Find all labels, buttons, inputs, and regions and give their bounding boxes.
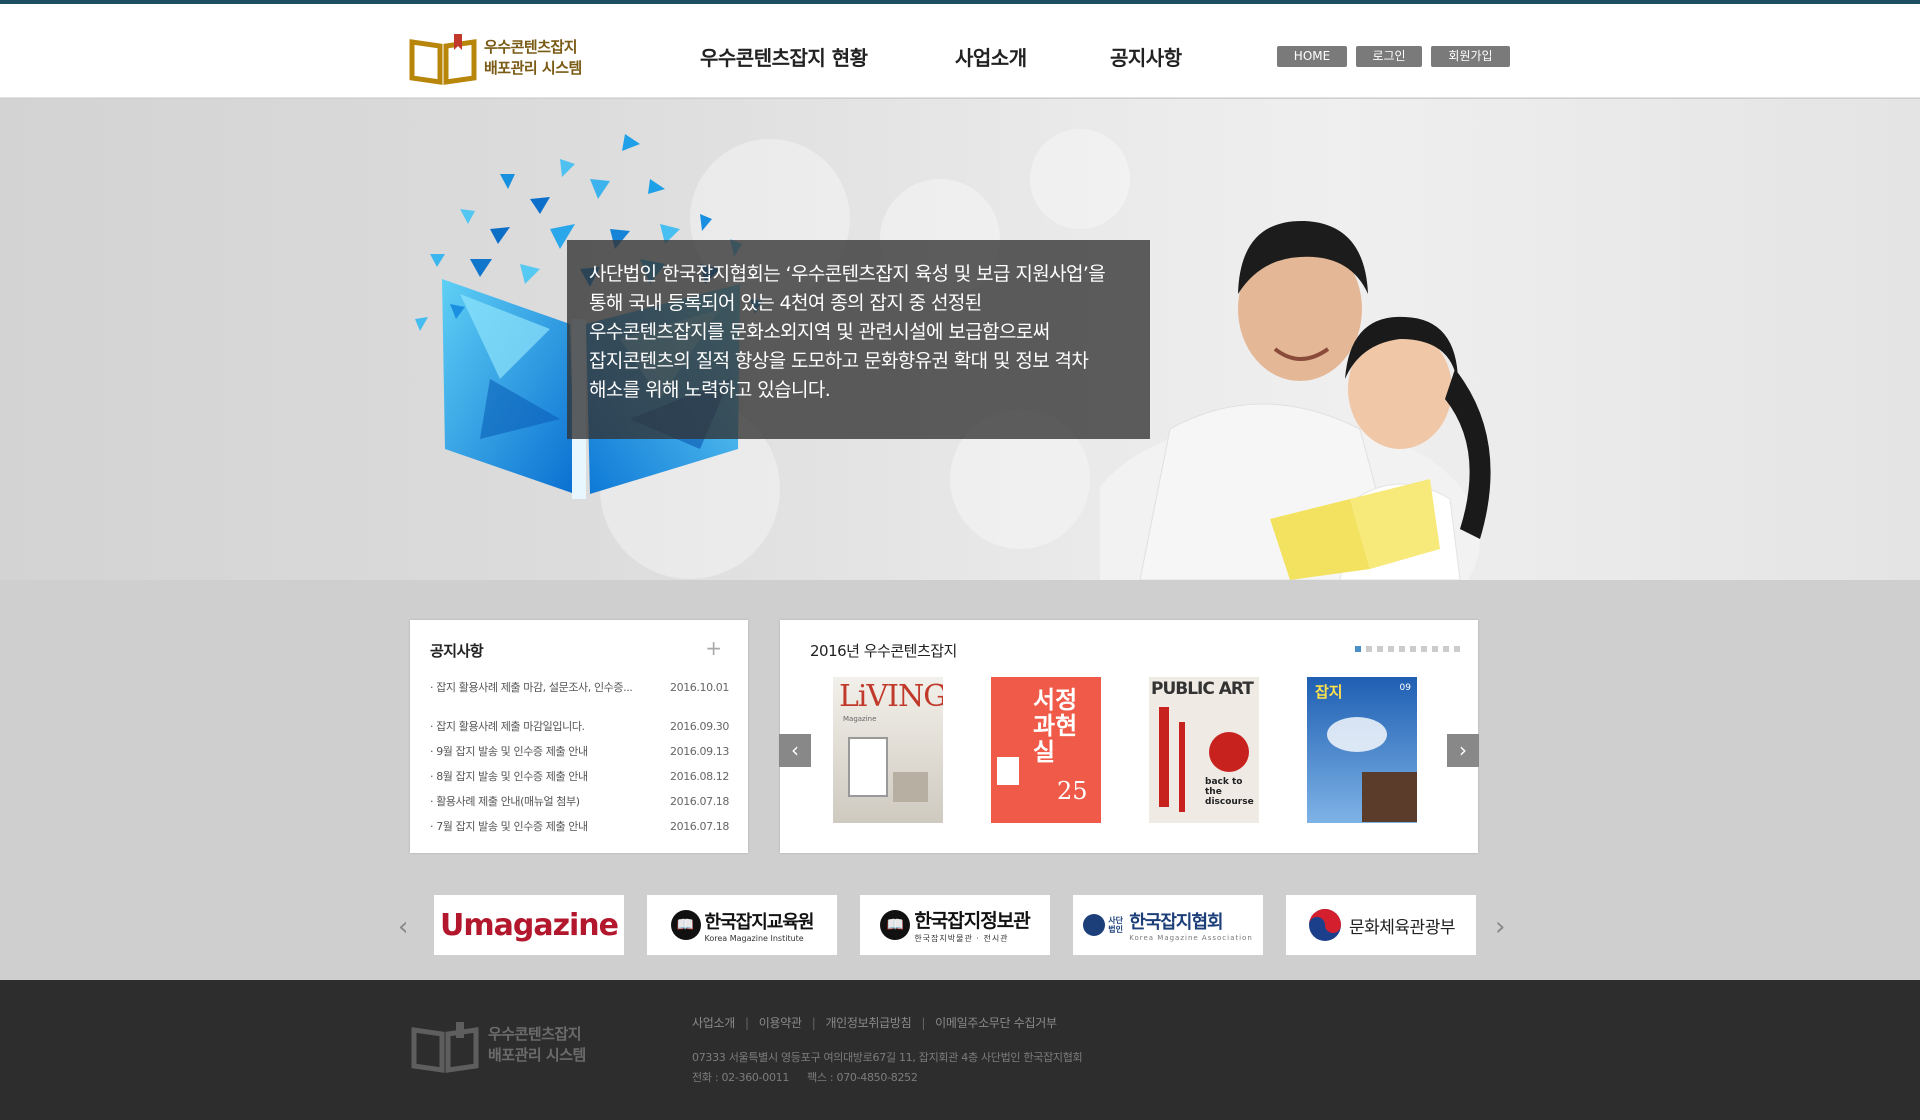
- notice-item-date: 2016.09.30: [670, 720, 729, 733]
- notice-panel: 공지사항 + · 잡지 활용사례 제출 마감, 설문조사, 인수증... 201…: [410, 620, 748, 853]
- carousel-dot[interactable]: [1366, 646, 1372, 652]
- cover-title: 서정과현실: [1033, 686, 1078, 766]
- hero-line: 통해 국내 등록되어 있는 4천여 종의 잡지 중 선정된: [589, 292, 982, 314]
- partner-name: 한국잡지교육원: [704, 911, 815, 933]
- carousel-prev-button[interactable]: ‹: [779, 734, 811, 767]
- carousel-dot[interactable]: [1399, 646, 1405, 652]
- magazine-cover[interactable]: 서정과현실 25: [991, 677, 1101, 823]
- carousel-dot[interactable]: [1377, 646, 1383, 652]
- footer-logo-line2: 배포관리 시스템: [488, 1046, 586, 1064]
- footer-book-logo-icon: [411, 1022, 479, 1073]
- site-footer: 우수콘텐츠잡지 배포관리 시스템 사업소개 | 이용약관 | 개인정보취급방침 | 이메일주…: [0, 980, 1920, 1120]
- footer-link-email-policy[interactable]: 이메일주소무단 수집거부: [935, 1016, 1057, 1030]
- partner-prefix: 사단법인: [1108, 916, 1123, 934]
- nav-business-intro[interactable]: 사업소개: [955, 42, 1027, 71]
- notice-item-title[interactable]: · 잡지 활용사례 제출 마감, 설문조사, 인수증...: [430, 681, 645, 695]
- footer-link-separator: |: [921, 1016, 926, 1030]
- magazine-carousel: 2016년 우수콘텐츠잡지 LiVING Magazine 서정과현실 25 P…: [780, 620, 1478, 853]
- carousel-next-button[interactable]: ›: [1447, 734, 1479, 767]
- hero-banner: 사단법인 한국잡지협회는 ‘우수콘텐츠잡지 육성 및 보급 지원사업’을 통해 …: [0, 99, 1920, 580]
- partner-sub: 한국잡지박물관 · 전시관: [914, 934, 1009, 943]
- footer-link-terms[interactable]: 이용약관: [759, 1016, 802, 1030]
- notice-item-date: 2016.07.18: [670, 820, 729, 833]
- site-header: 우수콘텐츠잡지 배포관리 시스템 우수콘텐츠잡지 현황 사업소개 공지사항 HO…: [0, 4, 1920, 98]
- nav-magazine-status[interactable]: 우수콘텐츠잡지 현황: [700, 42, 868, 71]
- cover-caption: back to the discourse: [1205, 777, 1254, 807]
- partner-sub: Korea Magazine Institute: [704, 933, 804, 943]
- family-reading-photo: [1100, 220, 1491, 580]
- partner-sub: Korea Magazine Association: [1129, 934, 1253, 942]
- cover-number: 25: [1057, 777, 1088, 805]
- footer-logo-text: 우수콘텐츠잡지 배포관리 시스템: [488, 1024, 586, 1066]
- footer-link-business[interactable]: 사업소개: [692, 1016, 735, 1030]
- carousel-dot[interactable]: [1432, 646, 1438, 652]
- partner-name: 한국잡지정보관: [914, 910, 1030, 932]
- nav-notices[interactable]: 공지사항: [1110, 42, 1182, 71]
- partner-ministry-culture[interactable]: 문화체육관광부: [1286, 895, 1476, 955]
- carousel-dot[interactable]: [1421, 646, 1427, 652]
- carousel-dot[interactable]: [1454, 646, 1460, 652]
- carousel-pagination: [1355, 646, 1460, 652]
- cover-title: 잡지: [1315, 683, 1343, 701]
- notice-item-title[interactable]: · 잡지 활용사례 제출 마감일입니다.: [430, 720, 645, 734]
- footer-link-privacy[interactable]: 개인정보취급방침: [825, 1016, 911, 1030]
- footer-phone: 전화 : 02-360-0011: [692, 1071, 790, 1084]
- footer-address-block: 07333 서울특별시 영등포구 여의대방로67길 11, 잡지회관 4층 사단…: [692, 1048, 1083, 1088]
- footer-link-separator: |: [744, 1016, 749, 1030]
- book-icon: 📖: [670, 910, 701, 940]
- hero-line: 우수콘텐츠잡지를 문화소외지역 및 관련시설에 보급함으로써: [589, 321, 1050, 343]
- cover-subtitle: Magazine: [843, 715, 877, 723]
- notice-item-title[interactable]: · 활용사례 제출 안내(매뉴얼 첨부): [430, 795, 645, 809]
- partner-name: Umagazine: [439, 907, 619, 943]
- hero-description: 사단법인 한국잡지협회는 ‘우수콘텐츠잡지 육성 및 보급 지원사업’을 통해 …: [567, 240, 1150, 439]
- carousel-dot[interactable]: [1443, 646, 1449, 652]
- footer-address: 07333 서울특별시 영등포구 여의대방로67길 11, 잡지회관 4층 사단…: [692, 1051, 1083, 1064]
- book-icon: 📖: [880, 910, 911, 940]
- cover-number: 09: [1399, 683, 1411, 693]
- partner-magazine-institute[interactable]: 📖 한국잡지교육원 Korea Magazine Institute: [647, 895, 837, 955]
- cover-title: LiVING: [839, 679, 943, 714]
- notice-item-title[interactable]: · 8월 잡지 발송 및 인수증 제출 안내: [430, 770, 645, 784]
- partner-name: 문화체육관광부: [1349, 917, 1455, 938]
- logo-line1: 우수콘텐츠잡지: [484, 38, 578, 56]
- login-button[interactable]: 로그인: [1356, 46, 1422, 67]
- carousel-dot[interactable]: [1355, 646, 1361, 652]
- magazine-carousel-title: 2016년 우수콘텐츠잡지: [810, 642, 957, 660]
- site-logo[interactable]: 우수콘텐츠잡지 배포관리 시스템: [408, 28, 608, 88]
- logo-text: 우수콘텐츠잡지 배포관리 시스템: [484, 37, 582, 79]
- notice-item-date: 2016.07.18: [670, 795, 729, 808]
- notice-item-date: 2016.10.01: [670, 681, 729, 694]
- footer-links: 사업소개 | 이용약관 | 개인정보취급방침 | 이메일주소무단 수집거부: [692, 1014, 1057, 1031]
- partners-prev-button[interactable]: ‹: [398, 912, 408, 942]
- magazine-cover[interactable]: PUBLIC ART back to the discourse: [1149, 677, 1259, 823]
- hero-line: 잡지콘텐츠의 질적 향상을 도모하고 문화향유권 확대 및 정보 격차: [589, 350, 1089, 372]
- partner-magazine-info-center[interactable]: 📖 한국잡지정보관 한국잡지박물관 · 전시관: [860, 895, 1050, 955]
- carousel-dot[interactable]: [1388, 646, 1394, 652]
- magazine-cover[interactable]: LiVING Magazine: [833, 677, 943, 823]
- home-button[interactable]: HOME: [1277, 46, 1347, 67]
- logo-line2: 배포관리 시스템: [484, 59, 582, 77]
- partners-next-button[interactable]: ›: [1495, 912, 1505, 942]
- notice-item-title[interactable]: · 9월 잡지 발송 및 인수증 제출 안내: [430, 745, 645, 759]
- footer-link-separator: |: [811, 1016, 816, 1030]
- taegeuk-icon: [1309, 909, 1341, 941]
- book-logo-icon: [408, 30, 478, 86]
- footer-fax: 팩스 : 070-4850-8252: [807, 1071, 918, 1084]
- notice-item-title[interactable]: · 7월 잡지 발송 및 인수증 제출 안내: [430, 820, 645, 834]
- partner-korea-magazine-association[interactable]: 사단법인 한국잡지협회 Korea Magazine Association: [1073, 895, 1263, 955]
- carousel-dot[interactable]: [1410, 646, 1416, 652]
- association-logo-icon: [1083, 914, 1106, 936]
- notice-more-button[interactable]: +: [705, 636, 722, 660]
- hero-line: 해소를 위해 노력하고 있습니다.: [589, 379, 831, 401]
- cover-title: PUBLIC ART: [1151, 679, 1254, 699]
- notice-item-date: 2016.09.13: [670, 745, 729, 758]
- magazine-cover[interactable]: 잡지 09: [1307, 677, 1417, 823]
- partner-name: 한국잡지협회: [1129, 912, 1223, 933]
- hero-line: 사단법인 한국잡지협회는 ‘우수콘텐츠잡지 육성 및 보급 지원사업’을: [589, 263, 1106, 285]
- notice-item-date: 2016.08.12: [670, 770, 729, 783]
- notice-title: 공지사항: [430, 642, 484, 660]
- partner-umagazine[interactable]: Umagazine: [434, 895, 624, 955]
- footer-logo-line1: 우수콘텐츠잡지: [488, 1025, 582, 1043]
- signup-button[interactable]: 회원가입: [1431, 46, 1510, 67]
